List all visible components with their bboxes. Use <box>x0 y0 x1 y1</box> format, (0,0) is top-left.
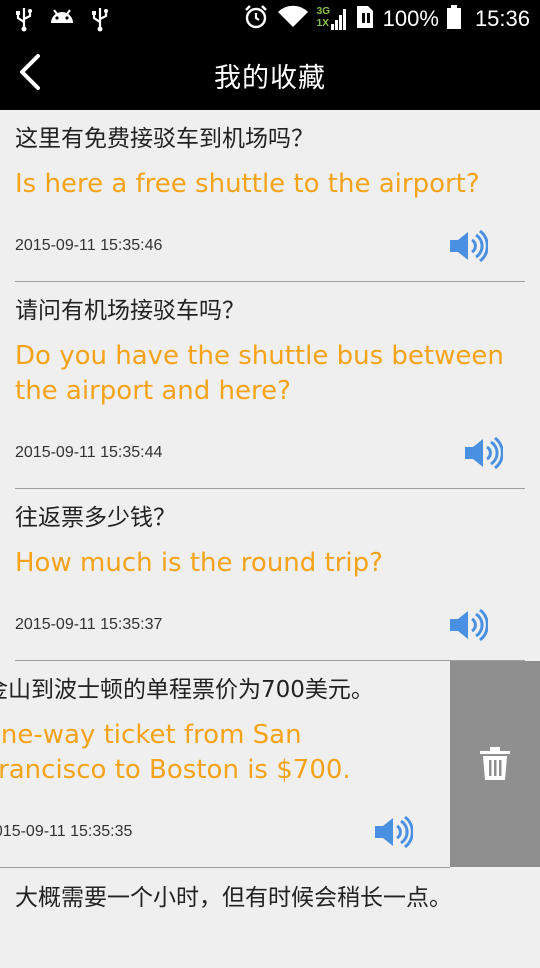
chinese-text: 金山到波士顿的单程票价为700美元。 <box>0 677 374 703</box>
network-type-bottom: 1X <box>316 18 329 29</box>
speaker-button[interactable] <box>463 436 504 470</box>
usb-icon <box>90 6 110 36</box>
wifi-icon <box>277 5 309 33</box>
battery-icon <box>446 5 461 33</box>
timestamp: 2015-09-11 15:35:46 <box>15 237 163 254</box>
alarm-icon <box>243 4 269 34</box>
clock: 15:36 <box>474 6 530 31</box>
speaker-icon <box>448 608 489 646</box>
list-item[interactable]: 请问有机场接驳车吗？ Do you have the shuttle bus b… <box>0 282 540 489</box>
timestamp: 2015-09-11 15:35:35 <box>0 823 133 840</box>
sim-icon <box>355 5 375 33</box>
notification-icons <box>14 6 110 36</box>
speaker-button[interactable] <box>448 608 489 642</box>
battery-percent: 100% <box>382 6 439 31</box>
swiped-content: 金山到波士顿的单程票价为700美元。 one-way ticket from S… <box>0 661 450 868</box>
speaker-button[interactable] <box>373 815 414 849</box>
page-title: 我的收藏 <box>214 63 326 94</box>
network-type-top: 3G <box>316 6 330 17</box>
timestamp: 2015-09-11 15:35:44 <box>15 444 163 461</box>
favorites-list: 这里有免费接驳车到机场吗？ Is here a free shuttle to … <box>0 110 540 968</box>
chinese-text: 这里有免费接驳车到机场吗？ <box>15 126 314 152</box>
delete-button[interactable] <box>450 661 540 867</box>
timestamp: 2015-09-11 15:35:37 <box>15 616 163 633</box>
usb-icon <box>14 6 34 36</box>
chinese-text: 请问有机场接驳车吗？ <box>15 298 245 324</box>
status-bar: 3G 1X 100% 15:36 <box>0 0 540 38</box>
speaker-icon <box>373 815 414 853</box>
chinese-text: 往返票多少钱？ <box>15 505 176 531</box>
android-icon <box>48 7 76 35</box>
english-text: Do you have the shuttle bus between the … <box>15 341 504 406</box>
list-item[interactable]: 这里有免费接驳车到机场吗？ Is here a free shuttle to … <box>0 110 540 282</box>
trash-icon <box>478 747 512 785</box>
list-item[interactable]: 大概需要一个小时，但有时候会稍长一点。 <box>0 868 540 968</box>
signal-icon: 3G 1X <box>317 6 347 32</box>
app-bar: 我的收藏 <box>0 38 540 110</box>
list-item-swiped[interactable]: 金山到波士顿的单程票价为700美元。 one-way ticket from S… <box>0 661 540 868</box>
system-icons: 3G 1X 100% 15:36 <box>243 4 530 34</box>
english-text: How much is the round trip? <box>15 548 383 578</box>
speaker-button[interactable] <box>448 229 489 263</box>
chinese-text: 大概需要一个小时，但有时候会稍长一点。 <box>15 885 452 911</box>
list-item[interactable]: 往返票多少钱？ How much is the round trip? 2015… <box>0 489 540 661</box>
english-text: Is here a free shuttle to the airport? <box>15 169 480 199</box>
english-text: one-way ticket from San Francisco to Bos… <box>0 720 351 785</box>
speaker-icon <box>463 436 504 474</box>
speaker-icon <box>448 229 489 267</box>
